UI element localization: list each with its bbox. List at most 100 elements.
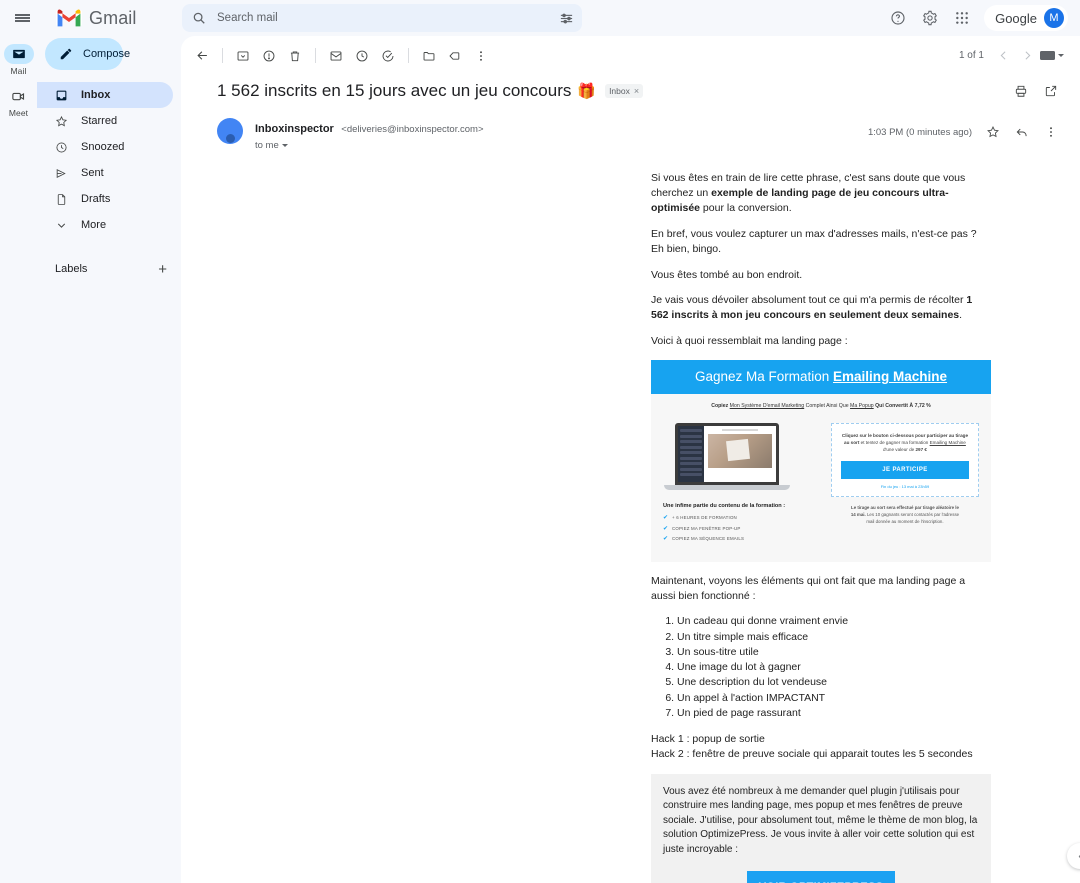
- sidebar-item-inbox[interactable]: Inbox: [37, 82, 173, 108]
- move-to-folder-icon[interactable]: [416, 43, 442, 69]
- search-icon: [192, 11, 206, 25]
- list-item: Un pied de page rassurant: [677, 706, 991, 721]
- gmail-m-icon: [56, 9, 82, 27]
- sidebar-item-sent[interactable]: Sent: [37, 160, 173, 186]
- message-toolbar: 1 of 1: [181, 36, 1080, 66]
- check-icon: ✔: [663, 515, 669, 522]
- list-item: Une image du lot à gagner: [677, 660, 991, 675]
- lp-optin-text: Cliquez sur le bouton ci-dessous pour pa…: [841, 433, 969, 454]
- labels-title: Labels: [55, 263, 88, 275]
- add-to-tasks-icon[interactable]: [375, 43, 401, 69]
- lp-spacer: [651, 546, 991, 562]
- sender-name: Inboxinspector: [255, 123, 334, 135]
- video-camera-icon: [4, 86, 34, 106]
- chevron-down-icon: [55, 219, 68, 232]
- laptop-mockup-icon: [664, 423, 790, 493]
- page-title: 1 562 inscrits en 15 jours avec un jeu c…: [217, 81, 572, 100]
- apps-grid-icon[interactable]: [948, 4, 976, 32]
- lp-middle: Une infime partie du contenu de la forma…: [651, 415, 991, 546]
- inbox-icon: [55, 89, 68, 102]
- help-icon[interactable]: [884, 4, 912, 32]
- paragraph-5: Voici à quoi ressemblait ma landing page…: [651, 335, 848, 348]
- check-icon: ✔: [663, 525, 669, 532]
- recipient-toggle[interactable]: to me: [255, 140, 484, 151]
- lp-right-column: Cliquez sur le bouton ci-dessous pour pa…: [830, 419, 979, 546]
- arrow-back-icon[interactable]: [189, 43, 215, 69]
- archive-icon[interactable]: [230, 43, 256, 69]
- lp-participate-button[interactable]: JE PARTICIPE: [840, 460, 969, 479]
- pager-text: 1 of 1: [958, 50, 984, 61]
- avatar[interactable]: M: [1044, 8, 1064, 28]
- label-tag-icon[interactable]: [442, 43, 468, 69]
- top-bar: Gmail Search mail Google M: [0, 0, 1080, 36]
- sidebar-item-starred[interactable]: Starred: [37, 108, 173, 134]
- sidebar-label-inbox: Inbox: [81, 89, 111, 101]
- account-button[interactable]: Google M: [984, 5, 1068, 31]
- avatar[interactable]: [217, 118, 243, 144]
- draft-file-icon: [55, 193, 68, 206]
- list-item: Un cadeau qui donne vraiment envie: [677, 614, 991, 629]
- tune-filter-icon[interactable]: [559, 11, 574, 26]
- lp-feature-2-text: COPIEZ MA FENÊTRE POP-UP: [672, 525, 741, 531]
- sidebar-label-sent: Sent: [81, 167, 104, 179]
- toolbar-divider-2: [315, 48, 316, 63]
- label-chip-inbox[interactable]: Inbox ×: [605, 84, 644, 98]
- email-paragraphs: Si vous êtes en train de lire cette phra…: [651, 171, 991, 349]
- lp-optin-link: Emailing Machine: [929, 440, 966, 446]
- lp-banner-underline: Emailing Machine: [833, 369, 948, 385]
- star-outline-icon[interactable]: [980, 119, 1006, 145]
- more-vertical-icon[interactable]: [1038, 119, 1064, 145]
- print-icon[interactable]: [1008, 78, 1034, 104]
- compose-label: Compose: [83, 48, 131, 60]
- open-in-new-icon[interactable]: [1038, 78, 1064, 104]
- close-icon[interactable]: ×: [634, 86, 639, 96]
- rail-item-mail[interactable]: Mail: [1, 44, 37, 76]
- keyboard-icon[interactable]: [1040, 51, 1064, 60]
- trash-icon[interactable]: [282, 43, 308, 69]
- message-pane: 1 of 1 1 562 inscrits en 15 jours avec u…: [181, 36, 1080, 883]
- snooze-clock-icon[interactable]: [349, 43, 375, 69]
- more-vertical-icon[interactable]: [468, 43, 494, 69]
- lp-banner: Gagnez Ma Formation Emailing Machine: [651, 360, 991, 395]
- paragraph-4: Je vais vous dévoiler absolument tout ce…: [651, 293, 991, 323]
- sidebar: Compose Inbox Starred Snoozed Sent Draft…: [37, 36, 181, 883]
- label-chip-text: Inbox: [609, 86, 630, 96]
- sidebar-item-snoozed[interactable]: Snoozed: [37, 134, 173, 160]
- para1-post: pour la conversion.: [700, 201, 792, 214]
- lp-sub-link2: Ma Popup: [850, 403, 874, 410]
- sidebar-item-more[interactable]: More: [37, 212, 173, 238]
- hamburger-menu-icon[interactable]: [4, 0, 40, 36]
- mark-unread-icon[interactable]: [323, 43, 349, 69]
- search-input[interactable]: [215, 11, 559, 25]
- lp-optin-mid: et tentez de gagner ma formation: [859, 440, 930, 446]
- labels-header: Labels +: [37, 256, 181, 282]
- landing-page-image[interactable]: Gagnez Ma Formation Emailing Machine Cop…: [651, 360, 991, 562]
- search-bar[interactable]: [182, 4, 582, 32]
- lp-optin-box: Cliquez sur le bouton ci-dessous pour pa…: [830, 423, 979, 497]
- chevron-left-icon[interactable]: [992, 45, 1014, 67]
- rail-item-meet[interactable]: Meet: [1, 86, 37, 118]
- sidebar-item-drafts[interactable]: Drafts: [37, 186, 173, 212]
- recipient-label: to me: [255, 140, 279, 151]
- lp-feature-3-text: COPIEZ MA SÉQUENCE EMAILS: [672, 536, 745, 542]
- chevron-down-icon: [281, 144, 288, 147]
- voir-optimizepress-button[interactable]: VOIR OPTIMIZEPRESS: [747, 871, 895, 883]
- toolbar-divider: [222, 48, 223, 63]
- list-item: Une description du lot vendeuse: [677, 675, 991, 690]
- list-intro: Maintenant, voyons les éléments qui ont …: [651, 574, 966, 602]
- reply-arrow-icon[interactable]: [1009, 119, 1035, 145]
- lp-deadline-pre: Fin du jeu :: [880, 483, 902, 489]
- chevron-right-icon[interactable]: [1016, 45, 1038, 67]
- gear-icon[interactable]: [916, 4, 944, 32]
- subject-actions: [1008, 78, 1064, 104]
- paragraph-1: Si vous êtes en train de lire cette phra…: [651, 171, 991, 216]
- plus-icon[interactable]: +: [158, 262, 167, 277]
- gmail-logo[interactable]: Gmail: [56, 8, 176, 29]
- lp-features-title: Une infime partie du contenu de la forma…: [663, 503, 786, 510]
- top-right-actions: Google M: [884, 4, 1072, 32]
- compose-button[interactable]: Compose: [45, 38, 130, 70]
- mail-icon: [3, 44, 34, 64]
- sidebar-nav: Inbox Starred Snoozed Sent Drafts More: [37, 82, 181, 238]
- lp-sub-3: Qui Convertit À 7,72 %: [873, 403, 931, 410]
- report-spam-icon[interactable]: [256, 43, 282, 69]
